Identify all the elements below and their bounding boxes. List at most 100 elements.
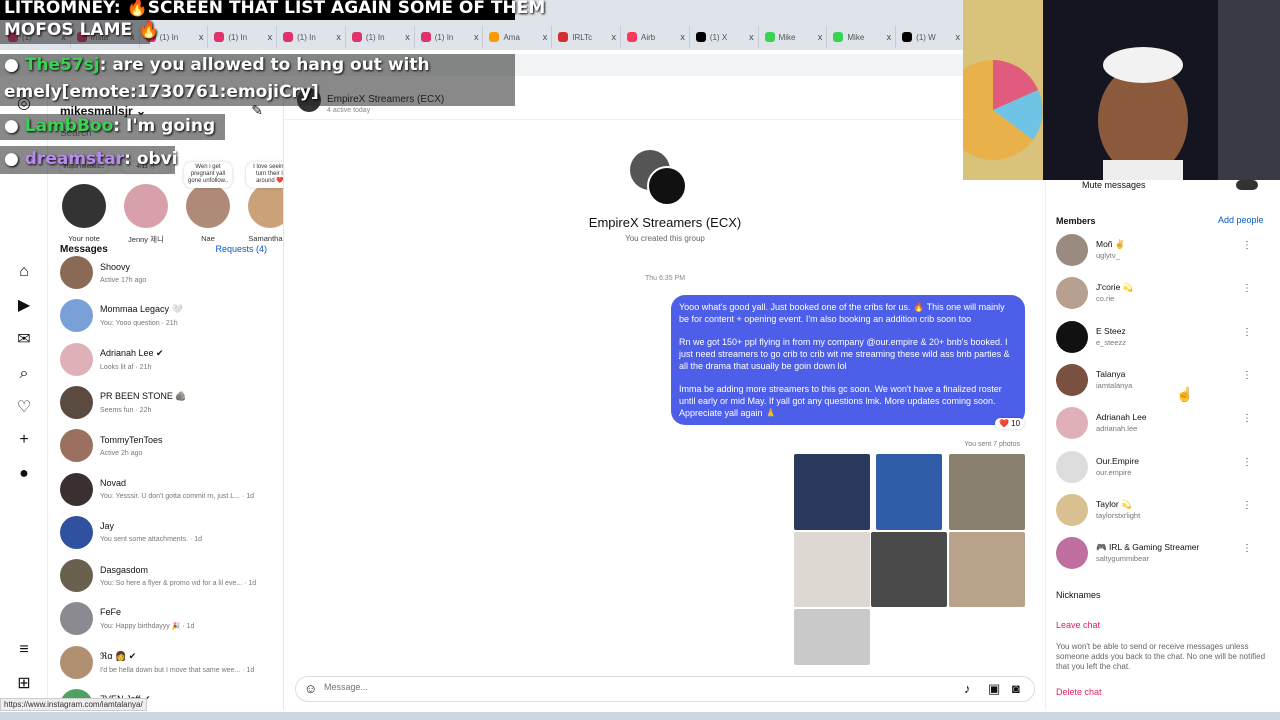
tab-close-icon[interactable]: x — [543, 32, 548, 42]
chat-title[interactable]: EmpireX Streamers (ECX) — [327, 94, 444, 105]
conversation-item[interactable]: ℜα 👩 ✔ I'd be hella down but I move that … — [60, 641, 280, 684]
browser-tab[interactable]: Mike x — [761, 26, 828, 48]
conversation-item[interactable]: Shoovy Active 17h ago — [60, 251, 280, 294]
photo-thumbnail[interactable] — [794, 532, 870, 607]
browser-tab[interactable]: (1) In x — [210, 26, 278, 48]
tab-close-icon[interactable]: x — [268, 32, 273, 42]
member-item[interactable]: Our.Empire our.empire ⋮ — [1056, 450, 1261, 487]
home-icon[interactable]: ⌂ — [14, 262, 34, 282]
browser-tab[interactable]: Insta x — [73, 26, 140, 48]
browser-tab[interactable]: (1) In x — [348, 26, 415, 48]
account-username[interactable]: mikesmallsjr ⌄ — [60, 104, 146, 118]
member-item[interactable]: Taylor 💫 taylorstxrlight ⋮ — [1056, 493, 1261, 530]
more-options-icon[interactable]: ⋮ — [1242, 413, 1252, 424]
apps-icon[interactable]: ⊞ — [14, 674, 34, 694]
browser-tab[interactable]: Ama x — [485, 26, 553, 48]
tab-label: Mike — [778, 32, 796, 42]
tab-close-icon[interactable]: x — [61, 32, 66, 42]
conversation-item[interactable]: Dasgasdom You: So here a flyer & promo vi… — [60, 554, 280, 597]
member-item[interactable]: Talanya iamtalanya ⋮ — [1056, 363, 1261, 400]
photo-thumbnail[interactable] — [949, 454, 1025, 530]
conversation-item[interactable]: Adrianah Lee ✔ Looks lit af · 21h — [60, 338, 280, 381]
tab-close-icon[interactable]: x — [199, 32, 204, 42]
tab-label: IRLTc — [572, 32, 593, 42]
more-options-icon[interactable]: ⋮ — [1242, 240, 1252, 251]
note-item[interactable]: Inspo needed... Your note — [56, 160, 112, 243]
mute-toggle[interactable] — [1236, 180, 1258, 190]
delete-chat-button[interactable]: Delete chat — [1056, 687, 1102, 697]
browser-tab[interactable]: (1) X x — [692, 26, 759, 48]
reels-icon[interactable]: ▶ — [14, 296, 34, 316]
tab-close-icon[interactable]: x — [612, 32, 617, 42]
conversation-item[interactable]: Jay You sent some attachments. · 1d — [60, 511, 280, 554]
note-label: Nae — [201, 234, 215, 243]
tab-close-icon[interactable]: x — [405, 32, 410, 42]
reaction-count[interactable]: ❤️ 10 — [995, 418, 1025, 429]
photo-thumbnail[interactable] — [794, 609, 870, 665]
member-item[interactable]: E Steez e_steezz ⋮ — [1056, 320, 1261, 357]
note-item[interactable]: I love seeing turn their li around ❤️ Sam… — [242, 160, 283, 243]
member-item[interactable]: J'corie 💫 co.rie ⋮ — [1056, 277, 1261, 313]
browser-tab[interactable]: (1) W x — [898, 26, 965, 48]
emoji-icon[interactable]: ☺ — [304, 681, 317, 696]
more-options-icon[interactable]: ⋮ — [1242, 500, 1252, 511]
more-options-icon[interactable]: ⋮ — [1242, 283, 1252, 294]
photo-thumbnail[interactable] — [871, 532, 947, 607]
conversation-snippet: You: Happy birthdayyy 🎉 · 1d — [100, 623, 195, 631]
browser-tab[interactable]: (1) In x — [142, 26, 209, 48]
browser-tab[interactable]: (1) x — [4, 26, 71, 48]
leave-chat-button[interactable]: Leave chat — [1056, 620, 1100, 630]
search-icon[interactable]: ⌕ — [14, 364, 34, 384]
photo-thumbnail[interactable] — [876, 454, 942, 530]
member-item[interactable]: 🎮 IRL & Gaming Streamer saltygummibear ⋮ — [1056, 537, 1261, 573]
mouse-cursor: ☝ — [1176, 386, 1194, 402]
photo-thumbnail[interactable] — [794, 454, 870, 530]
tab-close-icon[interactable]: x — [336, 32, 341, 42]
member-item[interactable]: Moñ ✌️ uglytv_ ⋮ — [1056, 234, 1261, 270]
conversation-item[interactable]: FeFe You: Happy birthdayyy 🎉 · 1d — [60, 597, 280, 640]
more-options-icon[interactable]: ⋮ — [1242, 370, 1252, 381]
conversation-item[interactable]: Mommaa Legacy 🤍 You: Yooo question · 21h — [60, 294, 280, 337]
image-icon[interactable]: ▣ — [988, 681, 1000, 697]
avatar — [124, 184, 168, 228]
tab-close-icon[interactable]: x — [680, 32, 685, 42]
member-item[interactable]: Adrianah Lee adrianah.lee ⋮ — [1056, 407, 1261, 443]
note-item[interactable]: Wen i get pregnant yall gone unfollow.. N… — [180, 160, 236, 243]
tab-close-icon[interactable]: x — [818, 32, 823, 42]
more-options-icon[interactable]: ⋮ — [1242, 543, 1252, 554]
browser-tab[interactable]: Mike x — [829, 26, 897, 48]
photo-thumbnail[interactable] — [949, 532, 1025, 607]
add-people-button[interactable]: Add people — [1218, 215, 1264, 225]
heart-icon[interactable]: ♡ — [14, 398, 34, 418]
tab-close-icon[interactable]: x — [955, 32, 960, 42]
message-input[interactable] — [324, 682, 924, 692]
conversation-item[interactable]: PR BEEN STONE 🪨 Seems fun · 22h — [60, 381, 280, 424]
tab-close-icon[interactable]: x — [749, 32, 754, 42]
profile-avatar-icon[interactable]: ● — [14, 464, 34, 484]
tab-close-icon[interactable]: x — [474, 32, 479, 42]
conversation-item[interactable]: TommyTenToes Active 2h ago — [60, 424, 280, 467]
instagram-icon[interactable]: ◎ — [14, 94, 34, 114]
sticker-icon[interactable]: ◙ — [1012, 681, 1020, 696]
more-options-icon[interactable]: ⋮ — [1242, 457, 1252, 468]
group-avatar[interactable] — [297, 88, 321, 112]
note-item[interactable]: 4/11 Ⓡ Jenny 제니 — [118, 160, 174, 245]
member-name: Adrianah Lee — [1096, 412, 1147, 423]
browser-tab[interactable]: IRLTc x — [554, 26, 622, 48]
tab-close-icon[interactable]: x — [887, 32, 892, 42]
address-bar[interactable] — [0, 54, 965, 76]
compose-icon[interactable]: ✎ — [251, 102, 263, 119]
search-input[interactable]: Search — [60, 128, 92, 139]
browser-tab[interactable]: Airb x — [623, 26, 690, 48]
menu-icon[interactable]: ≡ — [14, 640, 34, 660]
browser-tab[interactable]: (1) In x — [417, 26, 484, 48]
conversation-item[interactable]: Novad You: Yesssir. U don't gotta commit … — [60, 468, 280, 511]
more-options-icon[interactable]: ⋮ — [1242, 327, 1252, 338]
messenger-icon[interactable]: ✉ — [14, 330, 34, 350]
microphone-icon[interactable]: ♪ — [964, 681, 971, 696]
browser-tab[interactable]: (1) In x — [279, 26, 346, 48]
nicknames-link[interactable]: Nicknames — [1056, 590, 1101, 600]
message-bubble[interactable]: Yooo what's good yall. Just booked one o… — [671, 295, 1025, 425]
tab-close-icon[interactable]: x — [130, 32, 135, 42]
create-icon[interactable]: + — [14, 430, 34, 450]
